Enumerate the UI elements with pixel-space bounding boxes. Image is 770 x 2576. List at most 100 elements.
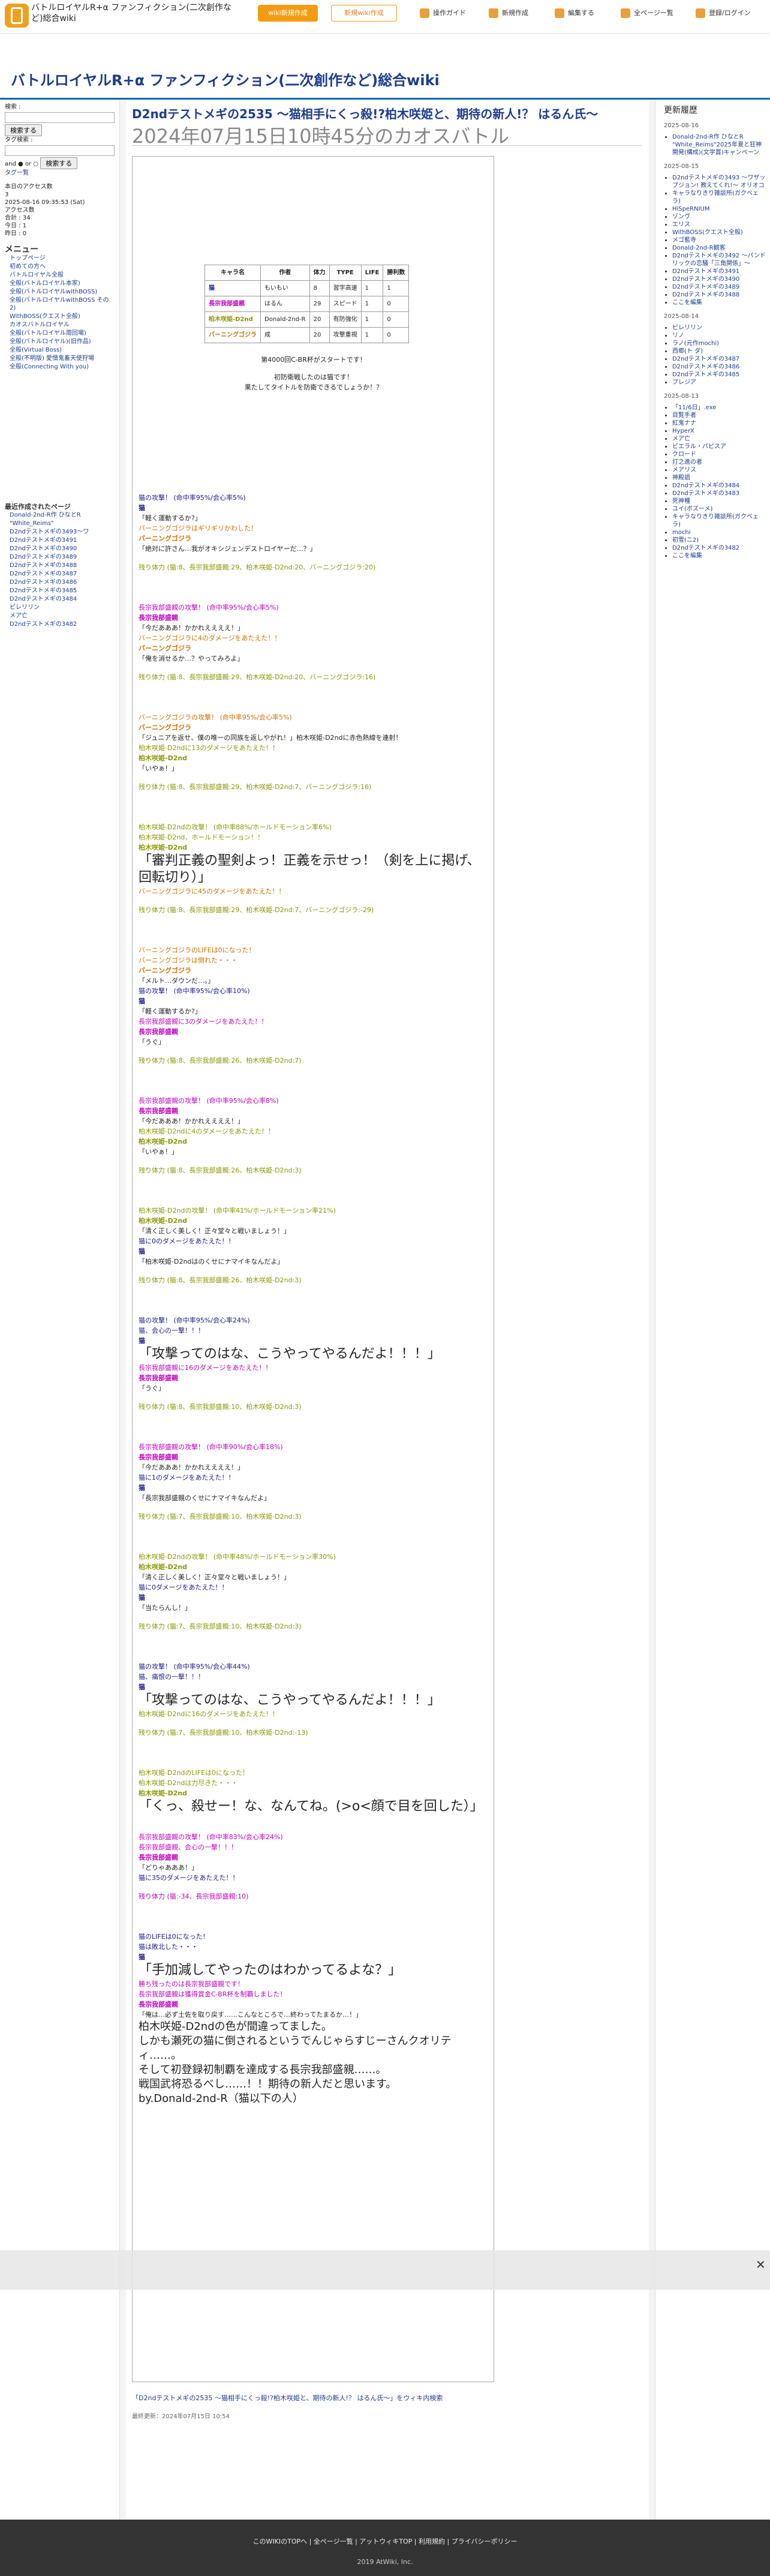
history-item[interactable]: D2ndテストメギの3487	[672, 356, 739, 362]
history-item[interactable]: 神殿語	[672, 475, 690, 481]
history-item[interactable]: Donald-2nd-R作 ひなとR "White_Reims"2025年夏と狂…	[672, 134, 762, 156]
recent-item[interactable]: メア亡	[10, 613, 28, 619]
table-cell: 0	[383, 296, 410, 312]
menu-item[interactable]: 全般(Connecting With you)	[10, 364, 89, 370]
history-item[interactable]: 死神種	[672, 498, 690, 505]
log-line: 猫のLIFEは0になった！	[139, 1933, 209, 1941]
recent-item[interactable]: D2ndテストメギの3487	[10, 571, 77, 577]
history-item[interactable]: ラノ(元作mochi)	[672, 340, 719, 347]
search-input[interactable]	[5, 112, 115, 123]
history-item[interactable]: D2ndテストメギの3488	[672, 292, 739, 298]
guide-link[interactable]: 操作ガイド	[420, 5, 466, 22]
history-date: 2025-08-16	[664, 122, 699, 129]
history-item[interactable]: メゴ藍寺	[672, 237, 696, 244]
new-wiki-button[interactable]: wiki新規作成	[258, 5, 318, 22]
history-item[interactable]: D2ndテストメギの3482	[672, 545, 739, 551]
history-item[interactable]: クロード	[672, 451, 696, 458]
history-item[interactable]: キャラなりきり雑談所(ガクベェラ)	[672, 514, 759, 528]
history-item[interactable]: D2ndテストメギの3485	[672, 371, 739, 378]
history-item[interactable]: D2ndテストメギの3491	[672, 268, 739, 275]
history-item[interactable]: D2ndテストメギの3486	[672, 364, 739, 370]
recent-item[interactable]: D2ndテストメギの3491	[10, 537, 77, 544]
menu-item[interactable]: 全般(バトルロイヤル周回場)	[10, 330, 86, 337]
search-button[interactable]: 検索する	[5, 124, 42, 136]
menu-item[interactable]: バトルロイヤル全般	[10, 272, 64, 278]
history-item[interactable]: メア亡	[672, 436, 690, 442]
history-item[interactable]: ビエラル・パピスア	[672, 443, 726, 450]
menu-item[interactable]: トップページ	[10, 255, 46, 262]
table-cell: 20	[309, 327, 330, 343]
all-pages-link[interactable]: 全ページ一覧	[621, 5, 673, 22]
site-name[interactable]: バトルロイヤルR+α ファンフィクション(二次創作など)総合wiki	[31, 2, 235, 24]
footer-links[interactable]: このWIKIのTOPへ | 全ページ一覧 | アットウィキTOP | 利用規約 …	[0, 2520, 770, 2546]
history-item[interactable]: 灯之進の者	[672, 459, 702, 466]
history-item[interactable]: HiSpeRNIUM	[672, 206, 709, 212]
history-item[interactable]: ここを編集	[672, 553, 702, 559]
recent-item[interactable]: D2ndテストメギの3486	[10, 579, 77, 586]
menu-item[interactable]: 全般(バトルロイヤル本家)	[10, 280, 80, 287]
history-item[interactable]: HyperX	[672, 428, 694, 434]
history-item[interactable]: 初雪(ニ2)	[672, 537, 699, 544]
history-item[interactable]: プレジア	[672, 379, 696, 386]
menu-item[interactable]: WithBOSS(クエスト全般)	[10, 313, 80, 320]
create-wiki-button[interactable]: 新規wiki作成	[331, 5, 397, 22]
history-item[interactable]: D2ndテストメギの3492 〜パンドリックの恋騒「三角関係」〜	[672, 253, 766, 267]
history-item[interactable]: エリス	[672, 221, 690, 228]
history-item[interactable]: リノ	[672, 332, 684, 339]
history-item[interactable]: ビレリリン	[672, 325, 702, 331]
menu-item[interactable]: 初めての方へ	[10, 263, 46, 270]
history-item[interactable]: D2ndテストメギの3493 〜ワザップジョン! 教えてくれ!〜 オリオコ	[672, 175, 765, 189]
recent-item[interactable]: D2ndテストメギの3488	[10, 562, 77, 569]
menu-item[interactable]: 全般(バトルロイヤルwithBOSS)	[10, 289, 97, 295]
recent-item[interactable]: ビレリリン	[10, 604, 40, 611]
history-item[interactable]: Donald-2nd-R観客	[672, 245, 726, 251]
history-item[interactable]: 西郷(ト ダ)	[672, 348, 703, 355]
recent-item[interactable]: D2ndテストメギの3484	[10, 596, 77, 602]
edit-link[interactable]: 編集する	[555, 5, 594, 22]
recent-item[interactable]: D2ndテストメギの3493〜ワ	[10, 529, 89, 535]
history-list: 「11/6日」.exe目覧手者紅鬼ナナHyperX メア亡ビエラル・パピスアクロー…	[664, 404, 766, 560]
menu-item[interactable]: 全般(Virtual Boss)	[10, 347, 62, 353]
history-item[interactable]: ゾンヴ	[672, 214, 690, 220]
history-item[interactable]: 目覧手者	[672, 412, 696, 419]
history-item[interactable]: メアリス	[672, 467, 696, 473]
wiki-search-link[interactable]: 「D2ndテストメギの2535 〜猫相手にくっ殺!?柏木咲姫と、期待の新人!？ …	[132, 2393, 443, 2403]
wiki-logo-icon[interactable]	[5, 4, 29, 28]
history-item[interactable]: キャラなりきり雑談所(ガクベェラ)	[672, 190, 759, 205]
tag-input[interactable]	[5, 145, 115, 156]
history-item[interactable]: WithBOSS(クエスト全般)	[672, 229, 743, 236]
log-line: 長宗我部盛親	[139, 1107, 178, 1115]
table-row: 長宗我部盛親 はるん 29 スピード 1 0	[204, 296, 410, 312]
menu-item[interactable]: 全般(不明版) 愛憎鬼畜天使狩場	[10, 355, 94, 362]
new-page-link[interactable]: 新規作成	[489, 5, 528, 22]
history-item[interactable]: ユイ(ボズーメ)	[672, 506, 712, 512]
tag-list-link[interactable]: タグ一覧	[5, 169, 115, 177]
table-header: TYPE	[329, 265, 362, 281]
menu-item[interactable]: 全般(バトルロイヤル)(旧作品)	[10, 338, 91, 345]
wiki-title[interactable]: バトルロイヤルR+α ファンフィクション(二次創作など)総合wiki	[11, 68, 440, 89]
recent-item[interactable]: "White_Reims"	[10, 520, 54, 527]
history-item[interactable]: 「11/6日」.exe	[672, 404, 716, 411]
menu-item[interactable]: 全般(バトルロイヤルwithBOSS その2)	[10, 297, 109, 311]
login-link[interactable]: 登録/ログイン	[696, 5, 751, 22]
history-item[interactable]: ここを編集	[672, 299, 702, 306]
log-line: 「ジュニアを返せ、僕の唯一の同族を返しやがれ！」柏木咲姫-D2ndに赤色熱線を連…	[139, 734, 402, 742]
menu-item[interactable]: カオスバトルロイヤル	[10, 322, 70, 328]
recent-item[interactable]: D2ndテストメギの3489	[10, 554, 77, 560]
history-item[interactable]: D2ndテストメギの3490	[672, 276, 739, 283]
log-line: 長宗我部盛親	[139, 1028, 178, 1036]
recent-item[interactable]: D2ndテストメギの3485	[10, 587, 77, 594]
history-item[interactable]: D2ndテストメギの3489	[672, 284, 739, 290]
close-icon[interactable]: ✕	[756, 2257, 766, 2272]
history-item[interactable]: D2ndテストメギの3483	[672, 490, 739, 497]
history-item[interactable]: 紅鬼ナナ	[672, 420, 696, 427]
recent-item[interactable]: D2ndテストメギの3490	[10, 545, 77, 552]
and-or-toggle[interactable]: and ● or ○	[5, 161, 38, 167]
recent-item[interactable]: D2ndテストメギの3482	[10, 621, 77, 628]
history-item[interactable]: mochi	[672, 529, 690, 536]
table-cell: 攻撃重視	[329, 327, 362, 343]
tag-search-button[interactable]: 検索する	[40, 157, 78, 169]
recent-item[interactable]: Donald-2nd-R作 ひなとR	[10, 512, 81, 518]
history-item[interactable]: D2ndテストメギの3484	[672, 482, 739, 489]
main-content: D2ndテストメギの2535 〜猫相手にくっ殺!?柏木咲姫と、期待の新人!？ は…	[126, 100, 649, 2520]
